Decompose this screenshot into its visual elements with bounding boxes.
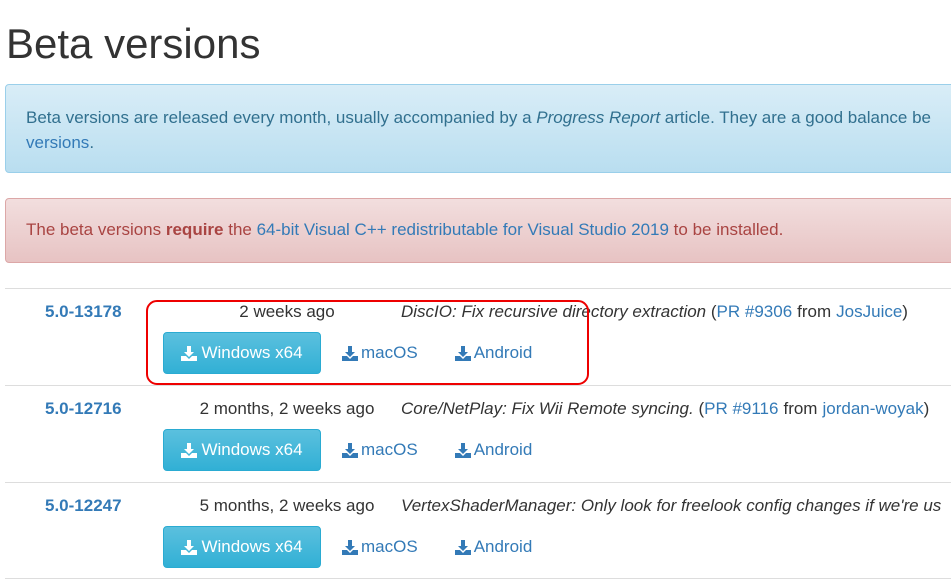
button-label: Windows x64 [201, 537, 303, 556]
versions-link[interactable]: versions [26, 133, 89, 152]
danger-text-2: the [223, 220, 257, 239]
button-label: Windows x64 [201, 440, 303, 459]
require-strong: require [165, 220, 224, 239]
paren: ) [923, 399, 930, 418]
commit-description: Core/NetPlay: Fix Wii Remote syncing. (P… [401, 399, 929, 419]
version-link[interactable]: 5.0-12247 [45, 496, 122, 516]
danger-text-3: to be installed. [668, 220, 784, 239]
download-macos-link[interactable]: macOS [342, 440, 418, 460]
download-windows-button[interactable]: Windows x64 [163, 429, 321, 471]
download-icon [342, 442, 358, 458]
from-text: from [783, 399, 818, 418]
danger-text: The beta versions [26, 220, 166, 239]
commit-title: VertexShaderManager: Only look for freel… [401, 496, 942, 515]
download-icon [181, 442, 198, 458]
release-date: 2 months, 2 weeks ago [199, 399, 375, 418]
info-alert: Beta versions are released every month, … [5, 84, 951, 173]
download-windows-button[interactable]: Windows x64 [163, 526, 321, 568]
commit-title: Core/NetPlay: Fix Wii Remote syncing. [401, 399, 694, 418]
pr-link[interactable]: PR #9306 [717, 302, 793, 321]
author-link[interactable]: jordan-woyak [822, 399, 923, 418]
page-title: Beta versions [6, 20, 261, 67]
highlight-box [146, 300, 589, 385]
table-row: 5.0-12247 5 months, 2 weeks ago VertexSh… [5, 482, 951, 579]
link-label: macOS [361, 537, 418, 556]
download-android-link[interactable]: Android [454, 537, 533, 557]
link-label: macOS [361, 440, 418, 459]
from-text: from [797, 302, 832, 321]
info-text: Beta versions are released every month, … [26, 108, 537, 127]
release-date: 5 months, 2 weeks ago [199, 496, 375, 515]
link-label: Android [473, 440, 533, 459]
table-row: 5.0-12716 2 months, 2 weeks ago Core/Net… [5, 385, 951, 482]
pr-link[interactable]: PR #9116 [704, 399, 778, 418]
download-icon [454, 442, 471, 458]
progress-report-emphasis: Progress Report [536, 108, 661, 127]
version-link[interactable]: 5.0-13178 [45, 302, 122, 322]
download-icon [454, 539, 471, 555]
paren: ( [706, 302, 717, 321]
info-end: . [89, 133, 95, 152]
paren: ) [902, 302, 908, 321]
vcredist-link[interactable]: 64-bit Visual C++ redistributable for Vi… [257, 220, 669, 239]
danger-alert: The beta versions require the 64-bit Vis… [5, 198, 951, 263]
download-icon [181, 539, 198, 555]
info-text-2: article. They are a good balance be [660, 108, 931, 127]
commit-description: VertexShaderManager: Only look for freel… [401, 496, 951, 516]
download-macos-link[interactable]: macOS [342, 537, 418, 557]
author-link[interactable]: JosJuice [836, 302, 902, 321]
download-buttons: Windows x64 macOS Android [163, 429, 532, 471]
download-android-link[interactable]: Android [454, 440, 533, 460]
download-buttons: Windows x64 macOS Android [163, 526, 532, 568]
table-bottom-border [5, 578, 951, 579]
download-icon [342, 539, 358, 555]
link-label: Android [473, 537, 533, 556]
version-link[interactable]: 5.0-12716 [45, 399, 122, 419]
paren: ( [693, 399, 705, 418]
